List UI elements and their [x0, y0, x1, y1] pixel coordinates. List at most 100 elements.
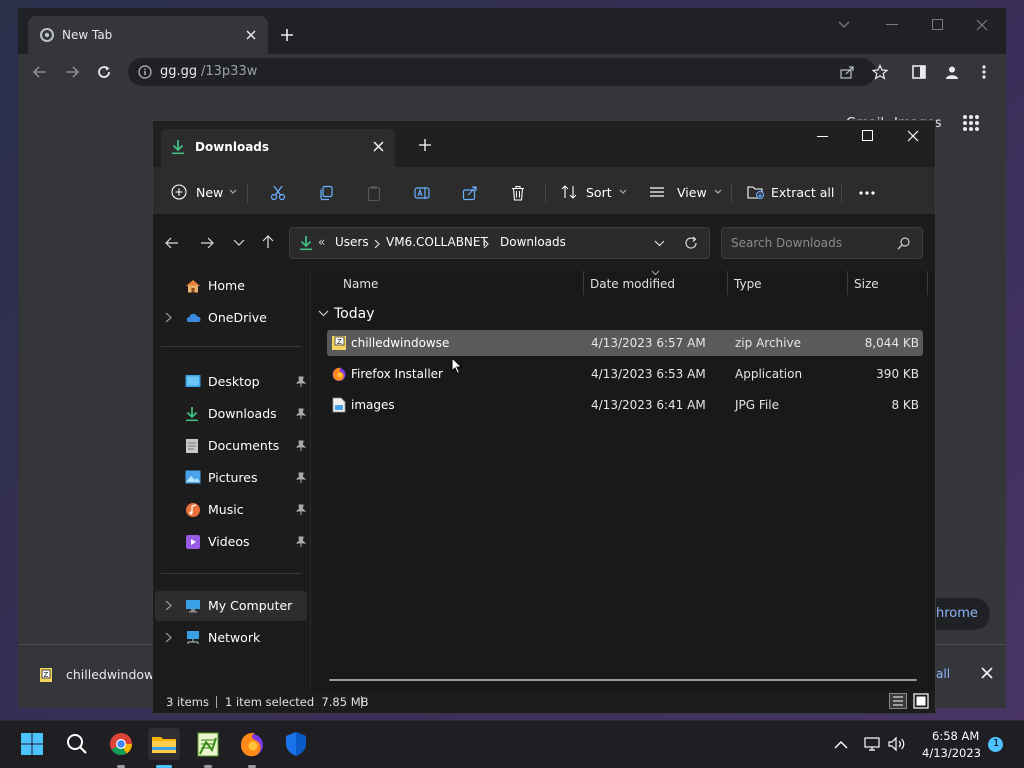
- copy-icon[interactable]: [318, 185, 334, 201]
- nav-item-videos[interactable]: Videos: [155, 527, 307, 557]
- share-icon[interactable]: [462, 185, 478, 201]
- side-panel-icon[interactable]: [912, 65, 926, 79]
- maximize-icon[interactable]: [862, 130, 873, 141]
- explorer-tab-downloads[interactable]: Downloads: [161, 129, 395, 167]
- column-divider[interactable]: [583, 271, 584, 295]
- back-arrow-icon[interactable]: [165, 236, 179, 250]
- network-tray-icon[interactable]: [864, 736, 882, 752]
- apps-grid-icon[interactable]: [962, 114, 980, 132]
- paste-icon[interactable]: [366, 185, 382, 201]
- breadcrumb-users[interactable]: Users: [335, 235, 369, 249]
- maximize-icon[interactable]: [932, 19, 943, 30]
- address-bar[interactable]: « Users VM6.COLLABNET Downloads: [289, 227, 710, 259]
- breadcrumb-downloads[interactable]: Downloads: [500, 235, 566, 249]
- nav-item-documents[interactable]: Documents: [155, 431, 307, 461]
- show-all-link[interactable]: all: [936, 667, 950, 681]
- file-row-images[interactable]: images 4/13/2023 6:41 AM JPG File 8 KB: [327, 392, 923, 418]
- pin-icon[interactable]: [295, 504, 307, 516]
- minimize-icon[interactable]: [817, 136, 828, 138]
- minimize-icon[interactable]: [886, 24, 898, 26]
- chevron-down-icon[interactable]: [838, 20, 850, 30]
- file-row-firefox-installer[interactable]: Firefox Installer 4/13/2023 6:53 AM Appl…: [327, 361, 923, 387]
- forward-arrow-icon[interactable]: [200, 236, 214, 250]
- chevron-down-icon[interactable]: [654, 240, 665, 248]
- address-bar[interactable]: gg.gg /13p33w: [128, 58, 876, 86]
- pin-icon[interactable]: [295, 408, 307, 420]
- tiles-view-icon[interactable]: [913, 693, 929, 709]
- back-arrow-icon[interactable]: [32, 64, 48, 80]
- nav-item-network[interactable]: Network: [155, 623, 307, 653]
- forward-arrow-icon[interactable]: [64, 64, 80, 80]
- nav-item-onedrive[interactable]: OneDrive: [155, 303, 307, 333]
- kebab-menu-icon[interactable]: [982, 64, 986, 80]
- column-divider[interactable]: [927, 271, 928, 295]
- chevron-up-icon[interactable]: [834, 740, 848, 749]
- delete-trash-icon[interactable]: [510, 185, 526, 201]
- breadcrumb-separator-icon[interactable]: [374, 239, 380, 249]
- nav-item-pictures[interactable]: Pictures: [155, 463, 307, 493]
- clock-date[interactable]: 4/13/2023: [922, 746, 981, 760]
- clock-time[interactable]: 6:58 AM: [932, 729, 979, 743]
- breadcrumb-overflow-icon[interactable]: «: [318, 235, 325, 249]
- column-header-type[interactable]: Type: [734, 277, 762, 291]
- up-arrow-icon[interactable]: [261, 235, 275, 249]
- close-window-icon[interactable]: [907, 130, 919, 142]
- details-view-icon[interactable]: [889, 693, 907, 709]
- close-icon[interactable]: [981, 667, 993, 679]
- group-header-today[interactable]: Today: [334, 306, 375, 322]
- chevron-right-icon[interactable]: [165, 600, 175, 612]
- chrome-icon[interactable]: [105, 728, 137, 760]
- nav-item-music[interactable]: Music: [155, 495, 307, 525]
- rename-icon[interactable]: [414, 185, 430, 201]
- chevron-down-icon[interactable]: [318, 310, 329, 317]
- notification-badge[interactable]: 1: [988, 737, 1003, 752]
- pin-icon[interactable]: [295, 472, 307, 484]
- profile-icon[interactable]: [944, 64, 960, 80]
- search-icon[interactable]: [897, 237, 910, 250]
- nav-item-my-computer[interactable]: My Computer: [155, 591, 307, 621]
- reload-icon[interactable]: [96, 64, 112, 80]
- cut-icon[interactable]: [270, 185, 286, 201]
- close-icon[interactable]: [244, 28, 258, 42]
- column-divider[interactable]: [727, 271, 728, 295]
- firefox-icon[interactable]: [236, 728, 268, 760]
- volume-icon[interactable]: [888, 736, 906, 752]
- horizontal-scrollbar[interactable]: [329, 679, 917, 681]
- chrome-tab-new-tab[interactable]: New Tab: [28, 16, 268, 54]
- column-divider[interactable]: [847, 271, 848, 295]
- breadcrumb-vm6-collabnet[interactable]: VM6.COLLABNET: [386, 235, 488, 249]
- refresh-icon[interactable]: [684, 236, 698, 250]
- sort-button[interactable]: Sort: [561, 179, 628, 205]
- chevron-right-icon[interactable]: [165, 312, 175, 324]
- chevron-right-icon[interactable]: [165, 632, 175, 644]
- plus-icon[interactable]: [419, 139, 431, 151]
- file-explorer-icon[interactable]: [148, 728, 180, 760]
- extract-all-button[interactable]: Extract all: [747, 179, 834, 205]
- column-header-date-modified[interactable]: Date modified: [590, 277, 675, 291]
- view-button[interactable]: View: [649, 179, 723, 205]
- column-header-name[interactable]: Name: [343, 277, 378, 291]
- bookmark-star-icon[interactable]: [872, 64, 888, 80]
- close-icon[interactable]: [373, 141, 384, 152]
- nav-item-downloads[interactable]: Downloads: [155, 399, 307, 429]
- nav-item-desktop[interactable]: Desktop: [155, 367, 307, 397]
- column-header-size[interactable]: Size: [854, 277, 879, 291]
- breadcrumb-separator-icon[interactable]: [483, 239, 489, 249]
- notepad-plus-plus-icon[interactable]: [192, 728, 224, 760]
- search-box[interactable]: Search Downloads: [721, 227, 923, 259]
- nav-item-home[interactable]: Home: [155, 271, 307, 301]
- new-button[interactable]: New: [171, 179, 238, 205]
- recent-locations-chevron-icon[interactable]: [233, 239, 245, 247]
- search-icon[interactable]: [61, 728, 93, 760]
- share-icon[interactable]: [840, 65, 855, 79]
- close-window-icon[interactable]: [976, 19, 988, 31]
- site-info-icon[interactable]: [138, 65, 152, 79]
- pin-icon[interactable]: [295, 440, 307, 452]
- plus-icon[interactable]: [280, 28, 294, 42]
- download-item[interactable]: Z chilledwindows: [28, 655, 161, 695]
- file-row-chilledwindowse[interactable]: Z chilledwindowse 4/13/2023 6:57 AM zip …: [327, 330, 923, 356]
- windows-security-icon[interactable]: [280, 728, 312, 760]
- windows-start-icon[interactable]: [16, 728, 48, 760]
- pin-icon[interactable]: [295, 376, 307, 388]
- pin-icon[interactable]: [295, 536, 307, 548]
